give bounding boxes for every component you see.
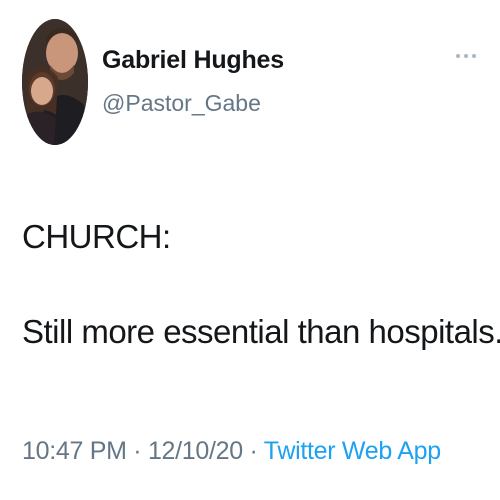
dot (472, 54, 476, 58)
tweet-date[interactable]: 12/10/20 (148, 437, 243, 465)
tweet-card: Gabriel Hughes @Pastor_Gabe CHURCH: Stil… (0, 0, 500, 500)
profile-photo-icon (22, 19, 88, 145)
meta-separator: · (133, 437, 148, 465)
author-handle[interactable]: @Pastor_Gabe (102, 90, 261, 117)
dot (464, 54, 468, 58)
tweet-time[interactable]: 10:47 PM (22, 437, 127, 465)
meta-separator: · (249, 437, 264, 465)
tweet-text-line-2: Still more essential than hospitals. (22, 313, 500, 350)
tweet-meta: 10:47 PM · 12/10/20 · Twitter Web App (22, 437, 441, 466)
dot (456, 54, 460, 58)
more-options-icon[interactable] (456, 52, 476, 60)
tweet-source-link[interactable]: Twitter Web App (264, 437, 441, 465)
tweet-text-line-1: CHURCH: (22, 218, 171, 255)
author-name[interactable]: Gabriel Hughes (102, 46, 284, 75)
avatar[interactable] (22, 19, 88, 145)
